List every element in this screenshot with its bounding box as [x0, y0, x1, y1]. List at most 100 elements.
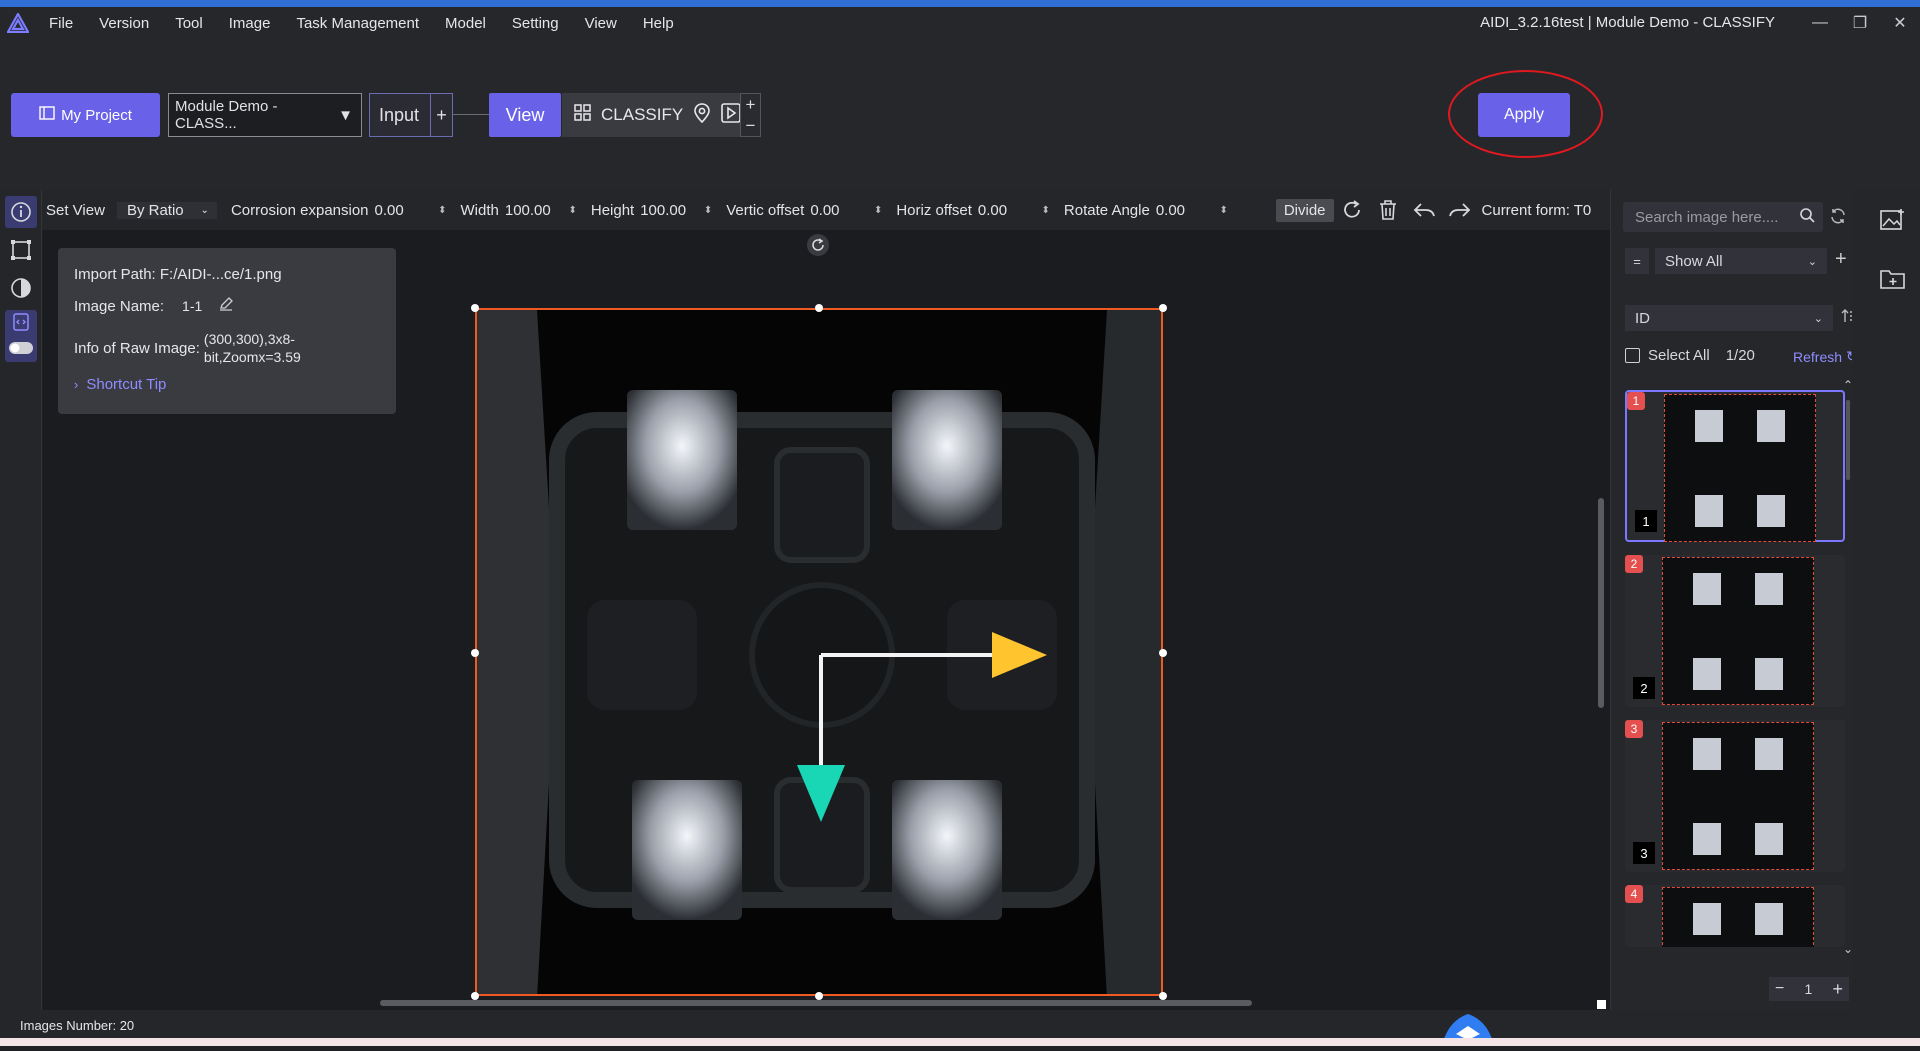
- stepper-icon[interactable]: ⬍: [438, 205, 446, 216]
- roi-image-view[interactable]: [475, 308, 1163, 996]
- search-icon[interactable]: [1799, 207, 1815, 228]
- page-minus-icon[interactable]: −: [1775, 980, 1784, 998]
- chevron-down-icon: ⌄: [1807, 255, 1817, 268]
- reset-view-icon[interactable]: [807, 234, 829, 256]
- horiz-offset-input[interactable]: 0.00 ⬍: [978, 202, 1050, 219]
- roi-handle-bl[interactable]: [471, 992, 479, 1000]
- menu-version[interactable]: Version: [99, 15, 149, 32]
- page-stepper[interactable]: − 1 +: [1769, 977, 1849, 1001]
- search-input[interactable]: Search image here....: [1623, 202, 1823, 232]
- menu-image[interactable]: Image: [229, 15, 271, 32]
- rotate-angle-value: 0.00: [1155, 201, 1186, 219]
- redo-icon[interactable]: [1442, 195, 1478, 225]
- roi-handle-tr[interactable]: [1159, 304, 1167, 312]
- canvas-vertical-scrollbar[interactable]: [1598, 498, 1604, 708]
- plus-icon[interactable]: +: [741, 94, 760, 115]
- add-filter-icon[interactable]: +: [1835, 248, 1847, 271]
- select-all-checkbox[interactable]: [1625, 348, 1640, 363]
- contrast-icon[interactable]: [5, 272, 37, 304]
- sort-value: ID: [1635, 309, 1650, 327]
- stepper-icon[interactable]: ⬍: [704, 205, 712, 216]
- refresh-link[interactable]: Refresh ↻: [1793, 348, 1858, 365]
- add-input-icon[interactable]: +: [430, 94, 452, 136]
- menu-tool[interactable]: Tool: [175, 15, 203, 32]
- thumbnail-image: [1662, 557, 1814, 705]
- rotate-angle-input[interactable]: 0.00 ⬍: [1156, 202, 1228, 219]
- pipeline-connector: [453, 114, 489, 115]
- canvas-horizontal-scrollbar[interactable]: [380, 1000, 1252, 1006]
- view-node[interactable]: View: [489, 93, 561, 137]
- vertic-offset-input[interactable]: 0.00 ⬍: [810, 202, 882, 219]
- restore-icon[interactable]: ❐: [1840, 7, 1880, 39]
- menu-setting[interactable]: Setting: [512, 15, 559, 32]
- horiz-offset-label: Horiz offset: [896, 201, 972, 219]
- height-input[interactable]: 100.00 ⬍: [640, 202, 712, 219]
- menu-model[interactable]: Model: [445, 15, 486, 32]
- classify-node[interactable]: CLASSIFY: [562, 93, 742, 137]
- thumbnail-badge: 2: [1625, 555, 1643, 573]
- selection-count: 1/20: [1725, 347, 1755, 364]
- my-project-label: My Project: [61, 106, 132, 124]
- thumbnail-badge: 4: [1625, 885, 1643, 903]
- edit-pencil-icon[interactable]: [218, 296, 234, 316]
- menu-view[interactable]: View: [585, 15, 617, 32]
- shortcut-tip-label: Shortcut Tip: [86, 376, 167, 393]
- roi-handle-b[interactable]: [815, 992, 823, 1000]
- divide-button[interactable]: Divide: [1275, 198, 1334, 222]
- shortcut-tip-toggle[interactable]: › Shortcut Tip: [74, 376, 166, 393]
- stepper-icon[interactable]: ⬍: [568, 205, 576, 216]
- input-node[interactable]: Input +: [369, 93, 453, 137]
- play-icon[interactable]: [721, 102, 742, 128]
- undo-icon[interactable]: [1406, 195, 1442, 225]
- sort-select[interactable]: ID ⌄: [1625, 305, 1833, 331]
- menu-help[interactable]: Help: [643, 15, 674, 32]
- info-icon[interactable]: [5, 196, 37, 228]
- corrosion-input[interactable]: 0.00 ⬍: [375, 202, 447, 219]
- roi-handle-t[interactable]: [815, 304, 823, 312]
- thumbnail-2[interactable]: 2 2: [1625, 555, 1845, 707]
- thumbnail-1[interactable]: 1 1: [1625, 390, 1845, 542]
- show-all-select[interactable]: Show All ⌄: [1655, 248, 1827, 274]
- stepper-icon[interactable]: ⬍: [1042, 205, 1050, 216]
- page-plus-icon[interactable]: +: [1832, 979, 1843, 1000]
- refresh-label: Refresh: [1793, 348, 1843, 365]
- add-folder-icon[interactable]: [1880, 268, 1906, 295]
- stepper-icon[interactable]: ⬍: [874, 205, 882, 216]
- crop-rect-icon[interactable]: [5, 234, 37, 266]
- roi-handle-r[interactable]: [1159, 649, 1167, 657]
- thumbnail-number: 2: [1633, 677, 1655, 699]
- roi-handle-l[interactable]: [471, 649, 479, 657]
- minimize-icon[interactable]: —: [1800, 7, 1840, 39]
- my-project-button[interactable]: My Project: [11, 93, 160, 137]
- view-mode-select[interactable]: By Ratio ⌄: [116, 201, 217, 219]
- location-pin-icon[interactable]: [693, 102, 711, 128]
- thumbnail-image: [1664, 394, 1816, 542]
- add-image-icon[interactable]: [1880, 208, 1906, 237]
- menu-file[interactable]: File: [49, 15, 73, 32]
- module-grid-icon: [574, 103, 592, 127]
- height-value: 100.00: [640, 201, 687, 219]
- chevron-down-icon: ⌄: [1813, 312, 1823, 325]
- raw-info-label: Info of Raw Image:: [74, 339, 200, 357]
- sync-icon[interactable]: [1829, 207, 1847, 230]
- thumbnail-badge: 1: [1627, 392, 1645, 410]
- minus-icon[interactable]: −: [741, 115, 760, 136]
- stepper-icon[interactable]: ⬍: [1219, 205, 1227, 216]
- roi-handle-tl[interactable]: [471, 304, 479, 312]
- view-setting-panel[interactable]: [5, 310, 37, 362]
- height-label: Height: [590, 201, 635, 219]
- width-input[interactable]: 100.00 ⬍: [505, 202, 577, 219]
- menu-task-management[interactable]: Task Management: [296, 15, 419, 32]
- filter-operator[interactable]: =: [1625, 248, 1649, 274]
- toggle-switch-icon[interactable]: [9, 341, 33, 359]
- trash-icon[interactable]: [1370, 195, 1406, 225]
- close-icon[interactable]: ✕: [1880, 7, 1920, 39]
- rotate-icon[interactable]: [1334, 195, 1370, 225]
- roi-handle-br[interactable]: [1159, 992, 1167, 1000]
- folder-icon: [39, 106, 55, 124]
- thumbnail-4[interactable]: 4: [1625, 885, 1845, 947]
- project-select[interactable]: Module Demo - CLASS... ▼: [168, 93, 362, 137]
- canvas-corner-marker: [1597, 1000, 1606, 1009]
- thumbnail-scrollbar[interactable]: [1846, 400, 1850, 480]
- thumbnail-3[interactable]: 3 3: [1625, 720, 1845, 872]
